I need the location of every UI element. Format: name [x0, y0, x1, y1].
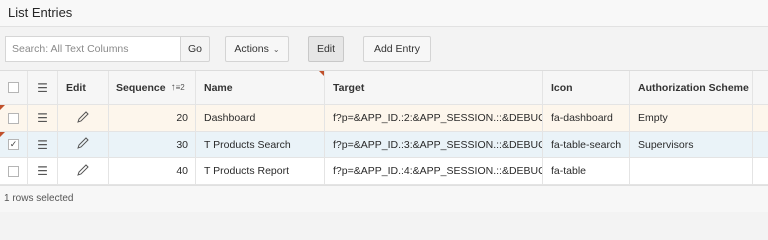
row-select-cell[interactable]: [0, 105, 28, 131]
icon-value: fa-table-search: [551, 138, 622, 151]
column-header-overflow: [753, 71, 768, 104]
changed-flag-icon: [319, 71, 324, 76]
name-value: Dashboard: [204, 112, 256, 124]
table-row[interactable]: ☰ 40 T Products Report f?p=&APP_ID.:4:&A…: [0, 158, 768, 185]
sort-order-number: 2: [180, 83, 185, 92]
row-actions-cell[interactable]: ☰: [28, 132, 58, 157]
row-actions-cell[interactable]: ☰: [28, 105, 58, 131]
sequence-cell[interactable]: 30: [109, 132, 196, 157]
icon-value: fa-table: [551, 165, 587, 177]
name-value: T Products Report: [204, 165, 290, 177]
column-header-authorization[interactable]: Authorization Scheme: [630, 71, 753, 104]
column-header-target[interactable]: Target: [325, 71, 543, 104]
pencil-icon[interactable]: [76, 163, 90, 180]
target-value: f?p=&APP_ID.:4:&APP_SESSION.::&DEBUG.:::: [333, 165, 543, 177]
row-edit-cell[interactable]: [58, 132, 109, 157]
column-header-name[interactable]: Name: [196, 71, 325, 104]
authorization-cell[interactable]: [630, 158, 753, 184]
column-header-edit-label: Edit: [66, 81, 86, 94]
target-value: f?p=&APP_ID.:3:&APP_SESSION.::&DEBUG.:::: [333, 138, 543, 151]
actions-menu-button[interactable]: Actions ⌄: [225, 36, 289, 62]
hamburger-icon[interactable]: ☰: [37, 164, 48, 178]
column-header-authorization-label: Authorization Scheme: [638, 81, 749, 94]
overflow-cell: [753, 105, 768, 131]
column-header-name-label: Name: [204, 81, 233, 94]
edit-mode-button[interactable]: Edit: [308, 36, 344, 62]
hamburger-icon[interactable]: ☰: [37, 111, 48, 125]
region-title: List Entries: [8, 5, 73, 20]
column-header-target-label: Target: [333, 81, 365, 94]
target-value: f?p=&APP_ID.:2:&APP_SESSION.::&DEBUG.:::: [333, 112, 543, 124]
selection-status: 1 rows selected: [4, 193, 74, 204]
overflow-cell: [753, 158, 768, 184]
add-entry-button[interactable]: Add Entry: [363, 36, 431, 62]
name-cell[interactable]: T Products Search: [196, 132, 325, 157]
hamburger-icon: ☰: [37, 80, 48, 95]
select-all-checkbox[interactable]: [8, 82, 19, 93]
name-cell[interactable]: Dashboard: [196, 105, 325, 131]
row-select-cell[interactable]: ✓: [0, 132, 28, 157]
hamburger-icon[interactable]: ☰: [37, 138, 48, 152]
icon-value: fa-dashboard: [551, 112, 613, 124]
icon-cell[interactable]: fa-dashboard: [543, 105, 630, 131]
row-edit-cell[interactable]: [58, 158, 109, 184]
grid-toolbar: Go Actions ⌄ Edit Add Entry: [0, 27, 768, 69]
interactive-grid: ☰ Edit Sequence ↑≡2 Name Target Icon Aut…: [0, 70, 768, 185]
name-value: T Products Search: [204, 138, 291, 151]
icon-cell[interactable]: fa-table: [543, 158, 630, 184]
region-header: List Entries: [0, 0, 768, 27]
target-cell[interactable]: f?p=&APP_ID.:4:&APP_SESSION.::&DEBUG.:::: [325, 158, 543, 184]
authorization-value: Empty: [638, 112, 668, 124]
sequence-value: 30: [176, 138, 188, 151]
target-cell[interactable]: f?p=&APP_ID.:2:&APP_SESSION.::&DEBUG.:::: [325, 105, 543, 131]
sequence-value: 20: [176, 112, 188, 124]
changed-flag-icon: [0, 105, 5, 110]
select-all-cell[interactable]: [0, 71, 28, 104]
grid-footer: 1 rows selected: [0, 185, 768, 212]
search-input[interactable]: [5, 36, 181, 62]
row-select-cell[interactable]: [0, 158, 28, 184]
edit-label: Edit: [316, 43, 336, 55]
actions-label: Actions: [234, 43, 269, 55]
pencil-icon[interactable]: [76, 110, 90, 127]
column-header-sequence[interactable]: Sequence ↑≡2: [109, 71, 196, 104]
icon-cell[interactable]: fa-table-search: [543, 132, 630, 157]
row-checkbox[interactable]: [8, 165, 19, 177]
sequence-cell[interactable]: 20: [109, 105, 196, 131]
row-actions-cell[interactable]: ☰: [28, 158, 58, 184]
authorization-cell[interactable]: Supervisors: [630, 132, 753, 157]
column-header-sequence-label: Sequence: [116, 81, 166, 94]
row-actions-header: ☰: [28, 71, 58, 104]
go-button[interactable]: Go: [180, 36, 210, 62]
go-label: Go: [187, 43, 202, 55]
chevron-down-icon: ⌄: [272, 44, 280, 54]
column-header-icon-label: Icon: [551, 81, 573, 94]
row-edit-cell[interactable]: [58, 105, 109, 131]
sequence-cell[interactable]: 40: [109, 158, 196, 184]
row-checkbox[interactable]: [8, 112, 19, 124]
table-row[interactable]: ✓ ☰ 30 T Products Search f?p=&APP_ID.:3:…: [0, 132, 768, 158]
authorization-value: Supervisors: [638, 138, 694, 151]
sequence-value: 40: [176, 165, 188, 177]
column-header-icon[interactable]: Icon: [543, 71, 630, 104]
table-row[interactable]: ☰ 20 Dashboard f?p=&APP_ID.:2:&APP_SESSI…: [0, 105, 768, 132]
changed-flag-icon: [0, 132, 5, 137]
target-cell[interactable]: f?p=&APP_ID.:3:&APP_SESSION.::&DEBUG.:::: [325, 132, 543, 157]
pencil-icon[interactable]: [76, 136, 90, 153]
authorization-cell[interactable]: Empty: [630, 105, 753, 131]
overflow-cell: [753, 132, 768, 157]
sort-ascending-icon: ↑≡2: [170, 82, 185, 93]
column-header-edit[interactable]: Edit: [58, 71, 109, 104]
grid-header-row: ☰ Edit Sequence ↑≡2 Name Target Icon Aut…: [0, 71, 768, 105]
name-cell[interactable]: T Products Report: [196, 158, 325, 184]
row-checkbox-checked[interactable]: ✓: [8, 139, 19, 150]
add-entry-label: Add Entry: [373, 43, 421, 55]
